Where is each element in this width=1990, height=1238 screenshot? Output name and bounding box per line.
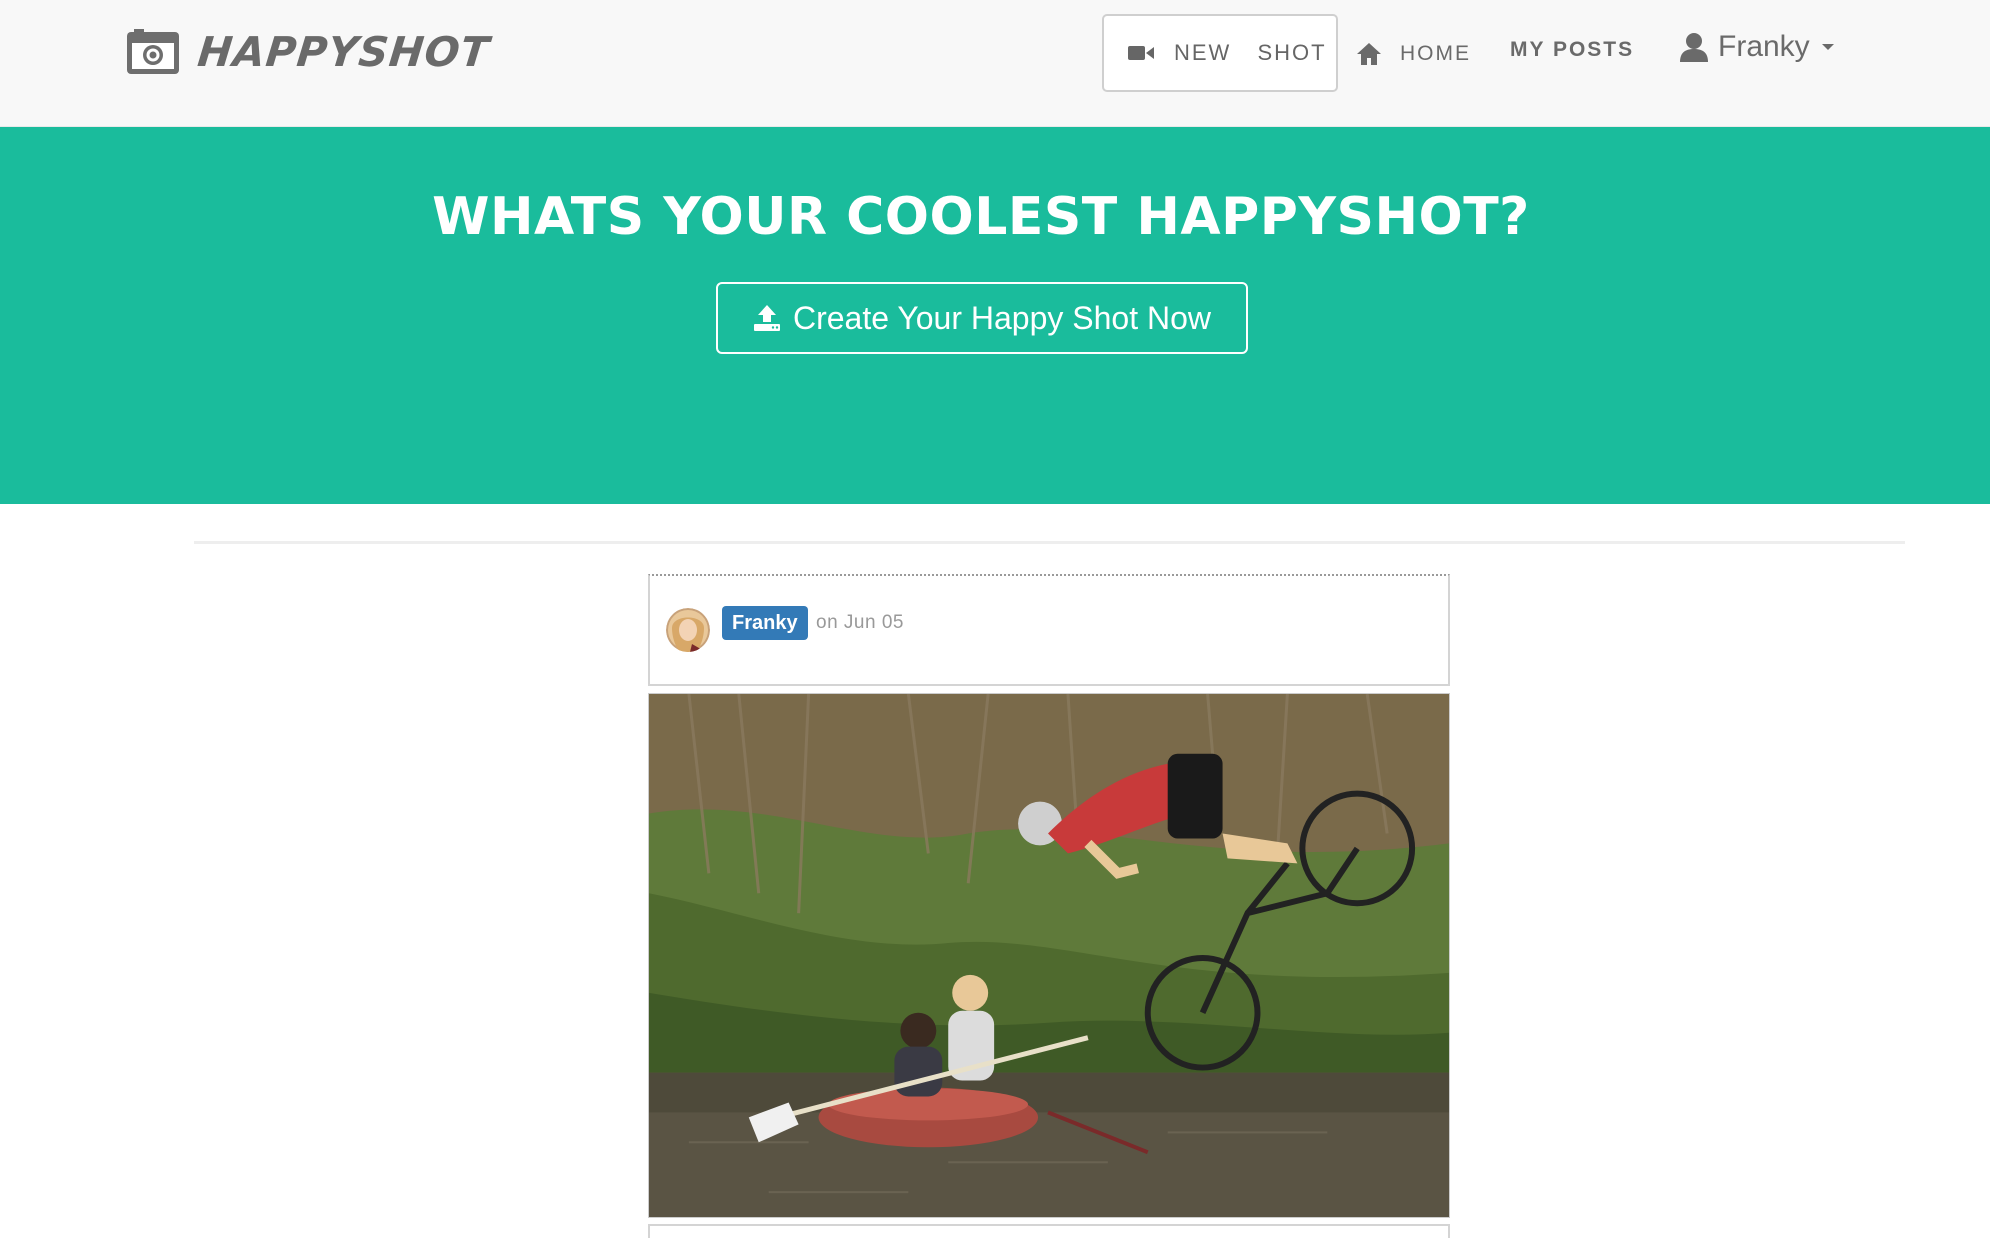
content-divider bbox=[194, 541, 1905, 544]
post-photo[interactable] bbox=[648, 693, 1450, 1218]
nav-my-posts-link[interactable]: MY POSTS bbox=[1510, 30, 1634, 70]
new-shot-label: NEW SHOT bbox=[1174, 40, 1327, 65]
home-icon bbox=[1357, 43, 1381, 65]
post-header: Franky on Jun 05 bbox=[648, 574, 1450, 686]
video-camera-icon bbox=[1128, 46, 1154, 60]
post-author-badge[interactable]: Franky bbox=[722, 606, 808, 640]
avatar[interactable] bbox=[666, 608, 710, 652]
hero-banner: WHATS YOUR COOLEST HAPPYSHOT? Create You… bbox=[0, 127, 1990, 504]
user-name: Franky bbox=[1718, 30, 1810, 63]
post-date: on Jun 05 bbox=[816, 612, 904, 633]
nav-home-label: HOME bbox=[1400, 42, 1471, 65]
brand-logo-link[interactable]: HAPPYSHOT bbox=[126, 28, 493, 76]
nav-home-link[interactable]: HOME bbox=[1356, 34, 1471, 74]
navbar: HAPPYSHOT NEW SHOT HOME MY POSTS Franky bbox=[0, 0, 1990, 127]
brand-name: HAPPYSHOT bbox=[195, 28, 493, 76]
hero-title: WHATS YOUR COOLEST HAPPYSHOT? bbox=[432, 187, 1530, 247]
post-footer bbox=[648, 1224, 1450, 1238]
create-happy-shot-label: Create Your Happy Shot Now bbox=[792, 299, 1212, 336]
create-happy-shot-button[interactable]: Create Your Happy Shot Now bbox=[716, 282, 1248, 354]
upload-icon bbox=[753, 305, 780, 331]
camera-icon bbox=[127, 29, 179, 74]
caret-down-icon bbox=[1821, 44, 1834, 50]
user-menu-dropdown[interactable]: Franky bbox=[1680, 24, 1834, 70]
new-shot-button[interactable]: NEW SHOT bbox=[1102, 14, 1338, 92]
user-icon bbox=[1680, 33, 1708, 62]
